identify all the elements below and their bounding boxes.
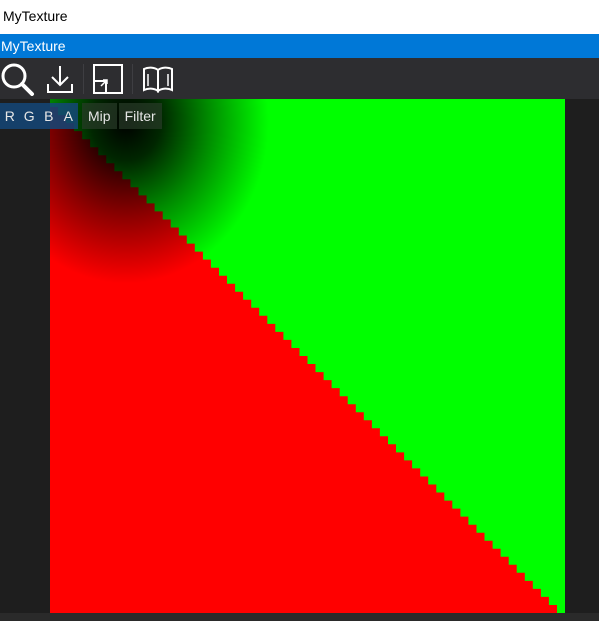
zoom-button[interactable] xyxy=(0,62,36,96)
mip-button[interactable]: Mip xyxy=(82,103,117,129)
channel-r-button[interactable]: R xyxy=(0,103,20,129)
book-icon xyxy=(140,62,176,96)
download-icon xyxy=(44,62,76,96)
toolbar xyxy=(0,58,599,99)
toolbar-separator xyxy=(83,64,84,94)
toolbar-separator xyxy=(132,64,133,94)
documentation-button[interactable] xyxy=(140,62,176,96)
texture-viewer[interactable]: R G B A Mip Filter xyxy=(0,99,599,621)
channel-g-button[interactable]: G xyxy=(19,103,39,129)
panel-header-tab[interactable]: MyTexture xyxy=(0,34,599,58)
channel-toolbar: R G B A Mip Filter xyxy=(0,103,162,129)
window-title: MyTexture xyxy=(0,0,599,34)
download-button[interactable] xyxy=(44,62,76,96)
filter-button[interactable]: Filter xyxy=(118,103,162,129)
texture-shadow-region xyxy=(50,99,300,319)
channel-b-button[interactable]: B xyxy=(39,103,59,129)
fit-to-window-icon xyxy=(91,62,125,96)
zoom-icon xyxy=(0,62,36,96)
channel-a-button[interactable]: A xyxy=(58,103,78,129)
fit-to-window-button[interactable] xyxy=(91,62,125,96)
texture-preview xyxy=(50,99,565,613)
viewer-bottom-strip xyxy=(0,613,599,621)
